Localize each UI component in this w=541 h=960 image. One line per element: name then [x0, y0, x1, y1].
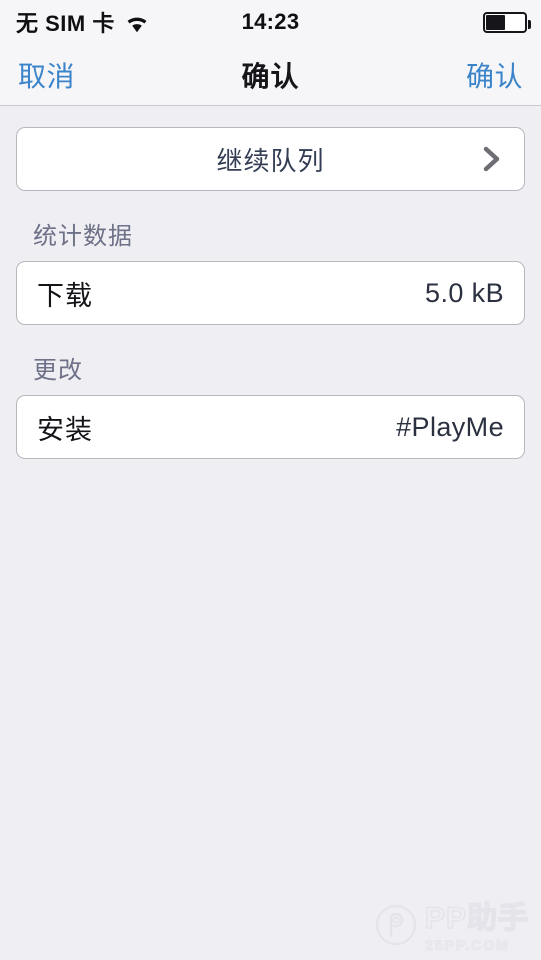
navigation-bar: 取消 确认 确认 [0, 44, 541, 106]
phone-screen: 无 SIM 卡 14:23 取消 确认 确认 继续队列 统计数据 下载 5.0 … [0, 0, 541, 960]
content-area: 继续队列 统计数据 下载 5.0 kB 更改 安装 #PlayMe [0, 106, 541, 960]
pp-logo-icon [374, 903, 418, 952]
row-value: 5.0 kB [425, 277, 504, 308]
row-install[interactable]: 安装 #PlayMe [16, 395, 525, 459]
watermark-subtitle: 25PP.COM [424, 936, 510, 953]
status-bar-right [483, 11, 531, 33]
battery-fill [486, 14, 505, 30]
row-download[interactable]: 下载 5.0 kB [16, 261, 525, 325]
status-time: 14:23 [241, 9, 300, 34]
watermark: PP助手 25PP.COM [374, 901, 529, 953]
status-bar: 无 SIM 卡 14:23 [0, 0, 541, 44]
continue-queue-button[interactable]: 继续队列 [16, 127, 525, 191]
watermark-title: PP助手 [424, 901, 529, 935]
battery-icon [483, 11, 531, 33]
section-header-changes: 更改 [33, 357, 83, 384]
watermark-text: PP助手 25PP.COM [424, 901, 529, 953]
section-header-statistics: 统计数据 [33, 223, 133, 250]
confirm-button[interactable]: 确认 [460, 51, 529, 99]
row-value: #PlayMe [396, 411, 504, 442]
row-label: 下载 [37, 280, 93, 311]
continue-queue-label: 继续队列 [216, 145, 325, 176]
row-label: 安装 [37, 414, 93, 445]
chevron-right-icon [482, 144, 502, 174]
